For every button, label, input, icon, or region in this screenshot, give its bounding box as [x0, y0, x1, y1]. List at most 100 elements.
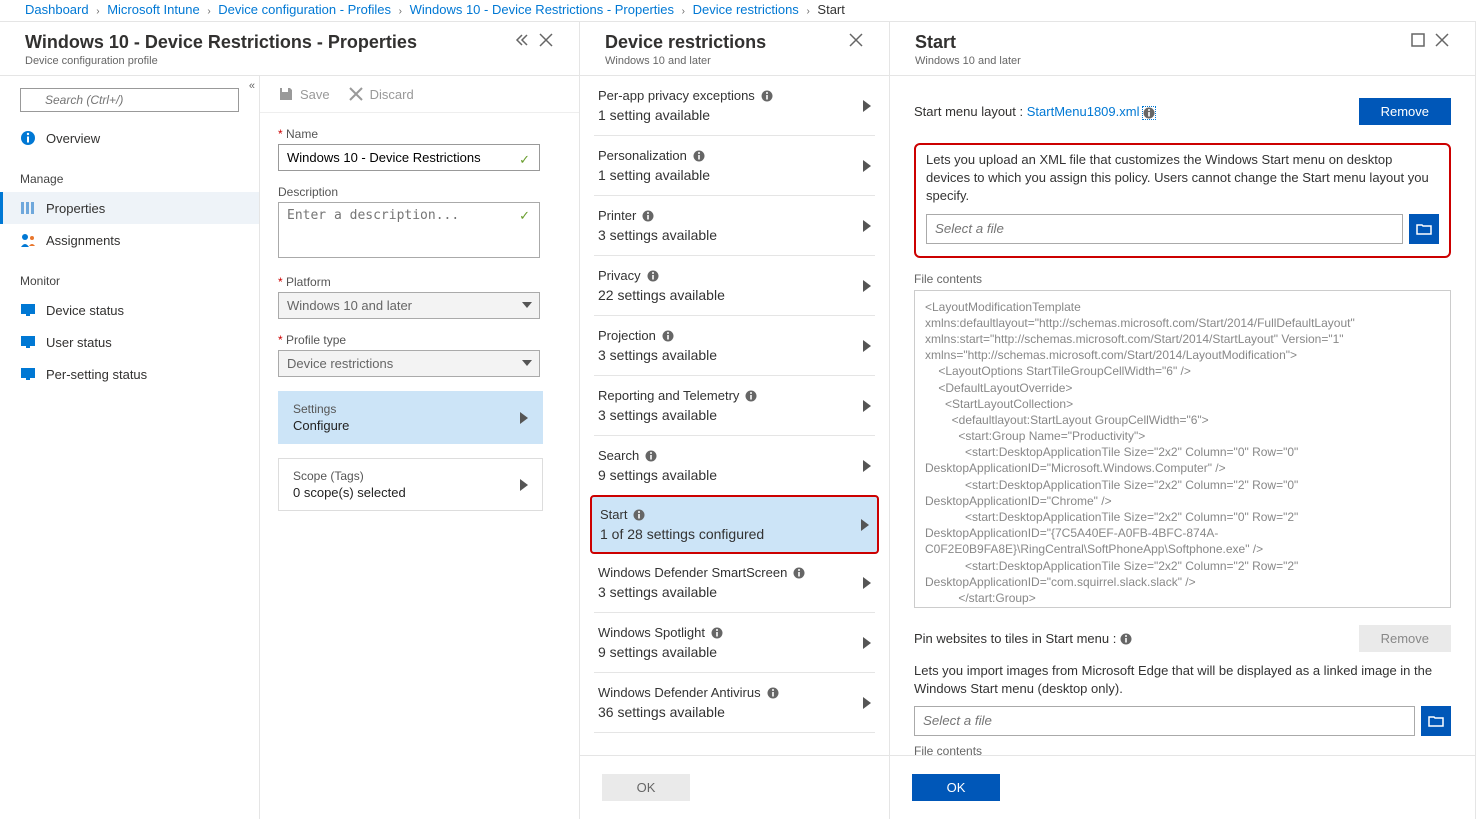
sidebar-item-label: Per-setting status [46, 367, 147, 382]
blade-restrictions: Device restrictions Windows 10 and later… [580, 22, 890, 819]
info-icon [645, 450, 657, 462]
sidebar-item-per-setting-status[interactable]: Per-setting status [0, 358, 259, 390]
platform-label: Platform [286, 275, 331, 289]
sidebar-item-assignments[interactable]: Assignments [0, 224, 259, 256]
folder-icon [1416, 223, 1432, 235]
sidebar-item-label: Device status [46, 303, 124, 318]
description-input[interactable] [278, 202, 540, 258]
file-select-input[interactable] [926, 214, 1403, 244]
platform-select[interactable] [278, 292, 540, 319]
close-icon[interactable] [848, 32, 864, 48]
sidebar-item-overview[interactable]: Overview [0, 122, 259, 154]
scope-label: Scope (Tags) [293, 469, 406, 483]
chevron-right-icon [863, 460, 871, 472]
setting-row-windows-spotlight[interactable]: Windows Spotlight 9 settings available [594, 613, 875, 673]
setting-row-windows-defender-antivirus[interactable]: Windows Defender Antivirus 36 settings a… [594, 673, 875, 733]
remove-button[interactable]: Remove [1359, 98, 1451, 125]
crumb-properties[interactable]: Windows 10 - Device Restrictions - Prope… [410, 2, 674, 17]
maximize-icon[interactable] [1410, 32, 1426, 48]
crumb-restrictions[interactable]: Device restrictions [693, 2, 799, 17]
info-icon [662, 330, 674, 342]
close-icon[interactable] [538, 32, 554, 48]
profile-select[interactable] [278, 350, 540, 377]
sidebar-section-monitor: Monitor [0, 256, 259, 294]
setting-row-projection[interactable]: Projection 3 settings available [594, 316, 875, 376]
monitor-icon [20, 334, 36, 350]
info-icon [647, 270, 659, 282]
sidebar-item-user-status[interactable]: User status [0, 326, 259, 358]
remove-button-disabled: Remove [1359, 625, 1451, 652]
monitor-icon [20, 302, 36, 318]
browse-button-2[interactable] [1421, 706, 1451, 736]
name-label: Name [286, 127, 318, 141]
xml-contents[interactable] [914, 290, 1451, 608]
setting-row-personalization[interactable]: Personalization 1 setting available [594, 136, 875, 196]
info-icon [745, 390, 757, 402]
setting-row-per-app-privacy-exceptions[interactable]: Per-app privacy exceptions 1 setting ava… [594, 76, 875, 136]
file-contents-label-2: File contents [914, 744, 1451, 755]
layout-label: Start menu layout : [914, 104, 1023, 119]
monitor-icon [20, 366, 36, 382]
chevron-right-icon [863, 160, 871, 172]
scope-row[interactable]: Scope (Tags) 0 scope(s) selected [278, 458, 543, 511]
info-icon[interactable] [1120, 633, 1132, 645]
discard-icon [348, 86, 364, 102]
info-icon [767, 687, 779, 699]
close-icon[interactable] [1434, 32, 1450, 48]
blade-title: Device restrictions [605, 32, 848, 53]
search-input[interactable] [20, 88, 239, 112]
folder-icon [1428, 715, 1444, 727]
setting-row-reporting-and-telemetry[interactable]: Reporting and Telemetry 3 settings avail… [594, 376, 875, 436]
info-icon [20, 130, 36, 146]
blade-start: Start Windows 10 and later Start menu la… [890, 22, 1476, 819]
chevron-right-icon [863, 220, 871, 232]
ok-button[interactable]: OK [602, 774, 690, 801]
ok-button[interactable]: OK [912, 774, 1000, 801]
sidebar-section-manage: Manage [0, 154, 259, 192]
crumb-dashboard[interactable]: Dashboard [25, 2, 89, 17]
save-button[interactable]: Save [278, 86, 330, 102]
blade-subtitle: Windows 10 and later [915, 55, 1410, 67]
setting-row-privacy[interactable]: Privacy 22 settings available [594, 256, 875, 316]
chevron-right-icon [863, 637, 871, 649]
name-input[interactable] [278, 144, 540, 171]
description-label: Description [278, 185, 561, 199]
setting-row-printer[interactable]: Printer 3 settings available [594, 196, 875, 256]
info-icon [711, 627, 723, 639]
breadcrumb: Dashboard › Microsoft Intune › Device co… [0, 0, 1476, 22]
chevron-right-icon [863, 400, 871, 412]
file-select-input-2[interactable] [914, 706, 1415, 736]
settings-value: Configure [293, 418, 349, 433]
profile-label: Profile type [286, 333, 346, 347]
file-contents-label: File contents [914, 272, 1451, 286]
setting-row-start[interactable]: Start 1 of 28 settings configured [590, 495, 879, 554]
upload-section: Lets you upload an XML file that customi… [914, 143, 1451, 258]
sidebar-item-properties[interactable]: Properties [0, 192, 259, 224]
import-description: Lets you import images from Microsoft Ed… [914, 662, 1451, 698]
settings-row[interactable]: Settings Configure [278, 391, 543, 444]
info-icon [633, 509, 645, 521]
setting-row-search[interactable]: Search 9 settings available [594, 436, 875, 496]
scope-value: 0 scope(s) selected [293, 485, 406, 500]
assignments-icon [20, 232, 36, 248]
sidebar-item-label: Overview [46, 131, 100, 146]
sidebar: « Overview Manage Properties Assignments [0, 76, 260, 819]
sidebar-item-label: Assignments [46, 233, 120, 248]
collapse-icon[interactable] [514, 32, 530, 48]
chevron-right-icon [520, 479, 528, 491]
sidebar-item-device-status[interactable]: Device status [0, 294, 259, 326]
blade-title: Windows 10 - Device Restrictions - Prope… [25, 32, 514, 53]
crumb-profiles[interactable]: Device configuration - Profiles [218, 2, 391, 17]
blade-properties: Windows 10 - Device Restrictions - Prope… [0, 22, 580, 819]
info-icon [642, 210, 654, 222]
check-icon: ✓ [519, 208, 530, 224]
chevron-right-icon [520, 412, 528, 424]
layout-file-link[interactable]: StartMenu1809.xml [1027, 104, 1140, 119]
crumb-intune[interactable]: Microsoft Intune [107, 2, 200, 17]
info-icon [793, 567, 805, 579]
setting-row-windows-defender-smartscreen[interactable]: Windows Defender SmartScreen 3 settings … [594, 553, 875, 613]
browse-button[interactable] [1409, 214, 1439, 244]
discard-button[interactable]: Discard [348, 86, 414, 102]
form-area: Save Discard * Name ✓ [260, 76, 579, 819]
info-icon[interactable] [1143, 107, 1155, 119]
